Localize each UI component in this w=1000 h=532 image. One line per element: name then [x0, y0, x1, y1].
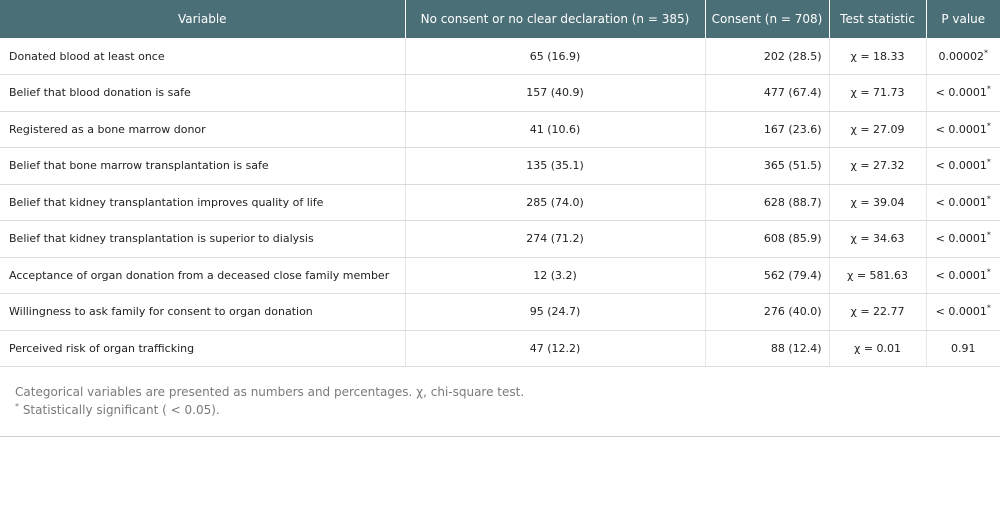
table-row: Belief that blood donation is safe 157 (…: [0, 74, 1000, 112]
footnote-significance: * Statistically significant ( < 0.05).: [15, 401, 985, 419]
significance-marker: *: [986, 267, 991, 277]
cell-test-statistic: χ = 581.63: [829, 257, 927, 294]
cell-p-value: < 0.0001*: [926, 257, 1000, 294]
footnote-significance-text: Statistically significant ( < 0.05).: [19, 403, 220, 417]
significance-marker: *: [986, 121, 991, 131]
cell-test-statistic: χ = 27.09: [829, 111, 927, 148]
table-row: Acceptance of organ donation from a dece…: [0, 257, 1000, 294]
cell-test-statistic: χ = 22.77: [829, 293, 927, 331]
table-header-row: Variable No consent or no clear declarat…: [0, 0, 1000, 38]
significance-marker: *: [986, 194, 991, 204]
cell-variable: Acceptance of organ donation from a dece…: [0, 257, 406, 294]
significance-marker: *: [986, 230, 991, 240]
cell-variable: Donated blood at least once: [0, 38, 406, 75]
cell-p-value: < 0.0001*: [926, 220, 1000, 258]
p-value-text: < 0.0001: [935, 122, 987, 136]
table-footnotes: Categorical variables are presented as n…: [0, 367, 1000, 437]
results-table-container: Variable No consent or no clear declarat…: [0, 0, 1000, 437]
header-variable: Variable: [0, 0, 406, 38]
table-row: Willingness to ask family for consent to…: [0, 293, 1000, 331]
cell-no-consent: 95 (24.7): [405, 293, 706, 331]
cell-variable: Belief that blood donation is safe: [0, 74, 406, 112]
p-value-text: 0.91: [951, 341, 976, 355]
significance-marker: *: [986, 84, 991, 94]
p-value-text: 0.00002: [938, 49, 985, 63]
cell-variable: Belief that kidney transplantation is su…: [0, 220, 406, 258]
cell-test-statistic: χ = 0.01: [829, 330, 927, 367]
cell-variable: Belief that bone marrow transplantation …: [0, 147, 406, 185]
header-p-value: P value: [926, 0, 1000, 38]
cell-test-statistic: χ = 27.32: [829, 147, 927, 185]
p-value-text: < 0.0001: [935, 86, 987, 100]
cell-consent: 608 (85.9): [705, 220, 830, 258]
cell-p-value: 0.91: [926, 330, 1000, 367]
cell-test-statistic: χ = 34.63: [829, 220, 927, 258]
table-row: Registered as a bone marrow donor 41 (10…: [0, 111, 1000, 148]
cell-no-consent: 47 (12.2): [405, 330, 706, 367]
header-no-consent: No consent or no clear declaration (n = …: [405, 0, 706, 38]
header-test-statistic: Test statistic: [829, 0, 927, 38]
header-consent: Consent (n = 708): [705, 0, 830, 38]
p-value-text: < 0.0001: [935, 159, 987, 173]
cell-consent: 477 (67.4): [705, 74, 830, 112]
cell-variable: Registered as a bone marrow donor: [0, 111, 406, 148]
cell-consent: 628 (88.7): [705, 184, 830, 221]
cell-test-statistic: χ = 18.33: [829, 38, 927, 75]
cell-consent: 88 (12.4): [705, 330, 830, 367]
table-row: Belief that kidney transplantation is su…: [0, 220, 1000, 258]
table-row: Donated blood at least once 65 (16.9) 20…: [0, 38, 1000, 75]
cell-variable: Perceived risk of organ trafficking: [0, 330, 406, 367]
cell-no-consent: 65 (16.9): [405, 38, 706, 75]
cell-no-consent: 285 (74.0): [405, 184, 706, 221]
cell-no-consent: 135 (35.1): [405, 147, 706, 185]
significance-marker: *: [986, 157, 991, 167]
results-table: Variable No consent or no clear declarat…: [0, 0, 1000, 367]
cell-no-consent: 274 (71.2): [405, 220, 706, 258]
table-row: Perceived risk of organ trafficking 47 (…: [0, 330, 1000, 367]
p-value-text: < 0.0001: [935, 195, 987, 209]
cell-consent: 202 (28.5): [705, 38, 830, 75]
cell-p-value: < 0.0001*: [926, 74, 1000, 112]
cell-variable: Willingness to ask family for consent to…: [0, 293, 406, 331]
significance-marker: *: [986, 303, 991, 313]
table-row: Belief that bone marrow transplantation …: [0, 147, 1000, 185]
cell-p-value: 0.00002*: [926, 38, 1000, 75]
p-value-text: < 0.0001: [935, 232, 987, 246]
cell-consent: 276 (40.0): [705, 293, 830, 331]
cell-p-value: < 0.0001*: [926, 184, 1000, 221]
p-value-text: < 0.0001: [935, 268, 987, 282]
cell-p-value: < 0.0001*: [926, 147, 1000, 185]
cell-p-value: < 0.0001*: [926, 293, 1000, 331]
cell-variable: Belief that kidney transplantation impro…: [0, 184, 406, 221]
cell-test-statistic: χ = 71.73: [829, 74, 927, 112]
footnote-abbreviations: Categorical variables are presented as n…: [15, 385, 525, 399]
cell-consent: 365 (51.5): [705, 147, 830, 185]
cell-no-consent: 41 (10.6): [405, 111, 706, 148]
cell-p-value: < 0.0001*: [926, 111, 1000, 148]
cell-consent: 167 (23.6): [705, 111, 830, 148]
p-value-text: < 0.0001: [935, 305, 987, 319]
cell-no-consent: 157 (40.9): [405, 74, 706, 112]
cell-no-consent: 12 (3.2): [405, 257, 706, 294]
table-body: Donated blood at least once 65 (16.9) 20…: [0, 38, 1000, 367]
significance-marker: *: [984, 47, 988, 57]
cell-consent: 562 (79.4): [705, 257, 830, 294]
cell-test-statistic: χ = 39.04: [829, 184, 927, 221]
table-row: Belief that kidney transplantation impro…: [0, 184, 1000, 221]
